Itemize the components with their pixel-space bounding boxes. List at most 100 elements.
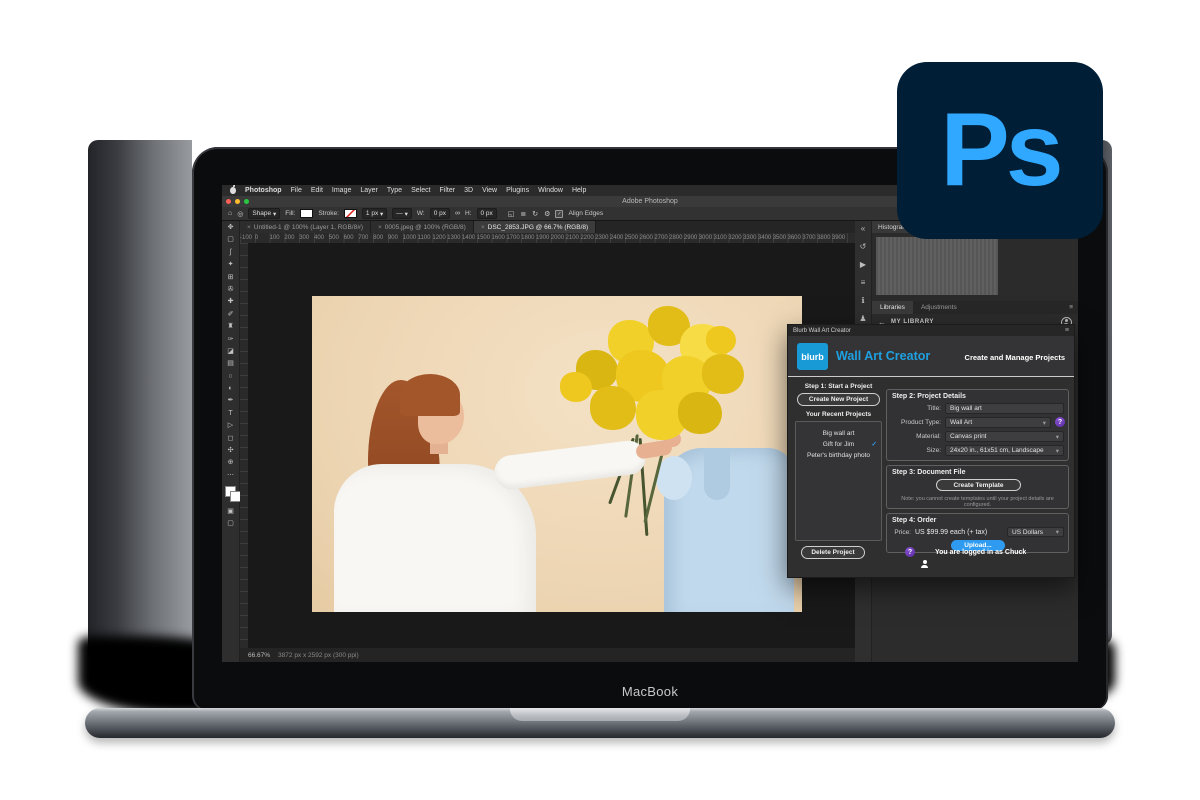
panel-icon[interactable]: ▶ xyxy=(860,260,866,269)
title-label: Title: xyxy=(889,403,941,414)
title-input[interactable]: Big wall art xyxy=(945,403,1064,414)
tab-libraries[interactable]: Libraries xyxy=(872,301,913,314)
step4-heading: Step 4: Order xyxy=(892,517,936,524)
menu-item[interactable]: Layer xyxy=(360,187,378,194)
help-icon[interactable]: ? xyxy=(1055,417,1065,427)
align-edges-checkbox[interactable]: ✓ xyxy=(555,210,563,218)
project-list-item[interactable]: Big wall art xyxy=(796,428,881,439)
tool-icon[interactable]: ✒ xyxy=(225,397,237,405)
menu-item[interactable]: 3D xyxy=(464,187,473,194)
tool-icon[interactable]: T xyxy=(225,410,237,418)
menu-item[interactable]: Type xyxy=(387,187,402,194)
template-note: Note: you cannot create templates until … xyxy=(891,496,1064,508)
tool-icon[interactable]: ✦ xyxy=(225,261,237,269)
apple-icon[interactable] xyxy=(230,187,236,194)
dialog-titlebar[interactable]: Blurb Wall Art Creator ≡ xyxy=(788,325,1074,336)
tool-icon[interactable]: ✐ xyxy=(225,311,237,319)
tool-icon[interactable]: ✚ xyxy=(225,298,237,306)
fill-label: Fill: xyxy=(285,210,295,217)
menu-item[interactable]: Image xyxy=(332,187,351,194)
tool-icon[interactable]: ◻ xyxy=(225,435,237,443)
ruler-label: 2200 xyxy=(580,233,595,243)
menu-item[interactable]: Filter xyxy=(440,187,456,194)
ruler-label: -100 xyxy=(240,233,255,243)
tool-icon[interactable]: ♜ xyxy=(225,323,237,331)
quick-mask-icon[interactable]: ▣ xyxy=(225,508,237,516)
size-select[interactable]: 24x20 in., 61x51 cm, Landscape ▾ xyxy=(945,445,1064,456)
page: MacBook Photoshop FileEditImageLayerType… xyxy=(0,0,1200,800)
document-tab[interactable]: × DSC_2853.JPG @ 66.7% (RGB/8) xyxy=(474,221,596,233)
menu-item[interactable]: File xyxy=(291,187,302,194)
link-dimensions-icon[interactable]: ∞ xyxy=(455,210,460,217)
document-tab[interactable]: × 0005.jpeg @ 100% (RGB/8) xyxy=(371,221,474,233)
document-tab[interactable]: × Untitled-1 @ 100% (Layer 1, RGB/8#) xyxy=(240,221,371,233)
home-icon[interactable]: ⌂ xyxy=(228,210,232,217)
tool-icon[interactable]: ʃ xyxy=(225,249,237,257)
menu-item-photoshop[interactable]: Photoshop xyxy=(245,187,282,194)
zoom-level[interactable]: 66.67% xyxy=(248,652,270,659)
help-icon[interactable]: ? xyxy=(905,547,915,557)
tool-icon[interactable]: ✑ xyxy=(225,336,237,344)
create-new-project-button[interactable]: Create New Project xyxy=(797,393,880,406)
tool-icon[interactable]: ○ xyxy=(225,373,237,381)
height-field[interactable]: 0 px xyxy=(477,208,497,219)
width-field[interactable]: 0 px xyxy=(430,208,450,219)
menu-item[interactable]: Plugins xyxy=(506,187,529,194)
panel-icon[interactable]: ℹ xyxy=(861,296,864,305)
menu-item[interactable]: Help xyxy=(572,187,586,194)
panel-icon[interactable]: ≡ xyxy=(861,278,866,287)
ruler-label: 2500 xyxy=(625,233,640,243)
tool-icon[interactable]: ⋯ xyxy=(225,472,237,480)
ruler-label: 3300 xyxy=(743,233,758,243)
options-icon[interactable]: ↻ xyxy=(532,210,538,218)
tool-icon[interactable]: ◪ xyxy=(225,348,237,356)
tool-icon[interactable]: ▤ xyxy=(225,360,237,368)
ruler-label: 2600 xyxy=(640,233,655,243)
panel-icon[interactable]: ↺ xyxy=(860,242,867,251)
delete-project-button[interactable]: Delete Project xyxy=(801,546,865,559)
stroke-style-select[interactable]: — ▾ xyxy=(392,208,412,219)
project-list-item[interactable]: Gift for Jim ✓ xyxy=(796,439,881,450)
material-select[interactable]: Canvas print ▾ xyxy=(945,431,1064,442)
panel-icon[interactable]: « xyxy=(861,224,865,233)
close-tab-icon[interactable]: × xyxy=(481,224,485,231)
photoshop-logo-badge: Ps xyxy=(897,62,1103,239)
stroke-width-field[interactable]: 1 px ▾ xyxy=(362,208,387,219)
options-icon[interactable]: ⚙ xyxy=(544,210,550,218)
tool-icon[interactable]: ⊞ xyxy=(225,274,237,282)
menu-item[interactable]: Edit xyxy=(311,187,323,194)
fill-swatch[interactable] xyxy=(300,209,313,218)
tool-icon[interactable]: ✇ xyxy=(225,286,237,294)
screen-mode-icon[interactable]: ▢ xyxy=(225,520,237,528)
product-type-select[interactable]: Wall Art ▾ xyxy=(945,417,1051,428)
tool-icon[interactable]: ▷ xyxy=(225,422,237,430)
tool-icon[interactable]: ◐ xyxy=(225,385,237,393)
panel-icon[interactable]: ♟ xyxy=(859,314,866,323)
dialog-menu-icon[interactable]: ≡ xyxy=(1065,327,1069,334)
dialog-subheading: Create and Manage Projects xyxy=(965,353,1065,362)
tool-icon[interactable]: ▢ xyxy=(225,236,237,244)
menu-item[interactable]: Select xyxy=(411,187,430,194)
tab-adjustments[interactable]: Adjustments xyxy=(913,301,965,314)
panel-menu-icon[interactable]: ≡ xyxy=(1069,304,1073,311)
ruler-label: 1500 xyxy=(477,233,492,243)
menu-item[interactable]: Window xyxy=(538,187,563,194)
options-icon[interactable]: ◱ xyxy=(508,210,515,218)
menu-item[interactable]: View xyxy=(482,187,497,194)
tool-icon[interactable]: ⊕ xyxy=(225,459,237,467)
create-template-button[interactable]: Create Template xyxy=(936,479,1021,491)
tool-icon[interactable]: ✣ xyxy=(225,447,237,455)
foreground-color-swatch[interactable] xyxy=(225,486,236,497)
align-edges-label: Align Edges xyxy=(568,210,603,217)
currency-select[interactable]: US Dollars ▾ xyxy=(1007,527,1064,537)
project-list-item[interactable]: Peter's birthday photo xyxy=(796,450,881,461)
close-tab-icon[interactable]: × xyxy=(247,224,251,231)
photo-blue-sleeve xyxy=(656,456,692,500)
dialog-heading: Wall Art Creator xyxy=(836,349,930,363)
options-icon[interactable]: ≣ xyxy=(520,210,526,218)
tool-icon[interactable]: ✥ xyxy=(225,224,237,232)
tool-preset-icon[interactable]: ◎ xyxy=(237,210,243,218)
tool-mode-select[interactable]: Shape ▾ xyxy=(248,208,280,219)
stroke-swatch[interactable] xyxy=(344,209,357,218)
close-tab-icon[interactable]: × xyxy=(378,224,382,231)
